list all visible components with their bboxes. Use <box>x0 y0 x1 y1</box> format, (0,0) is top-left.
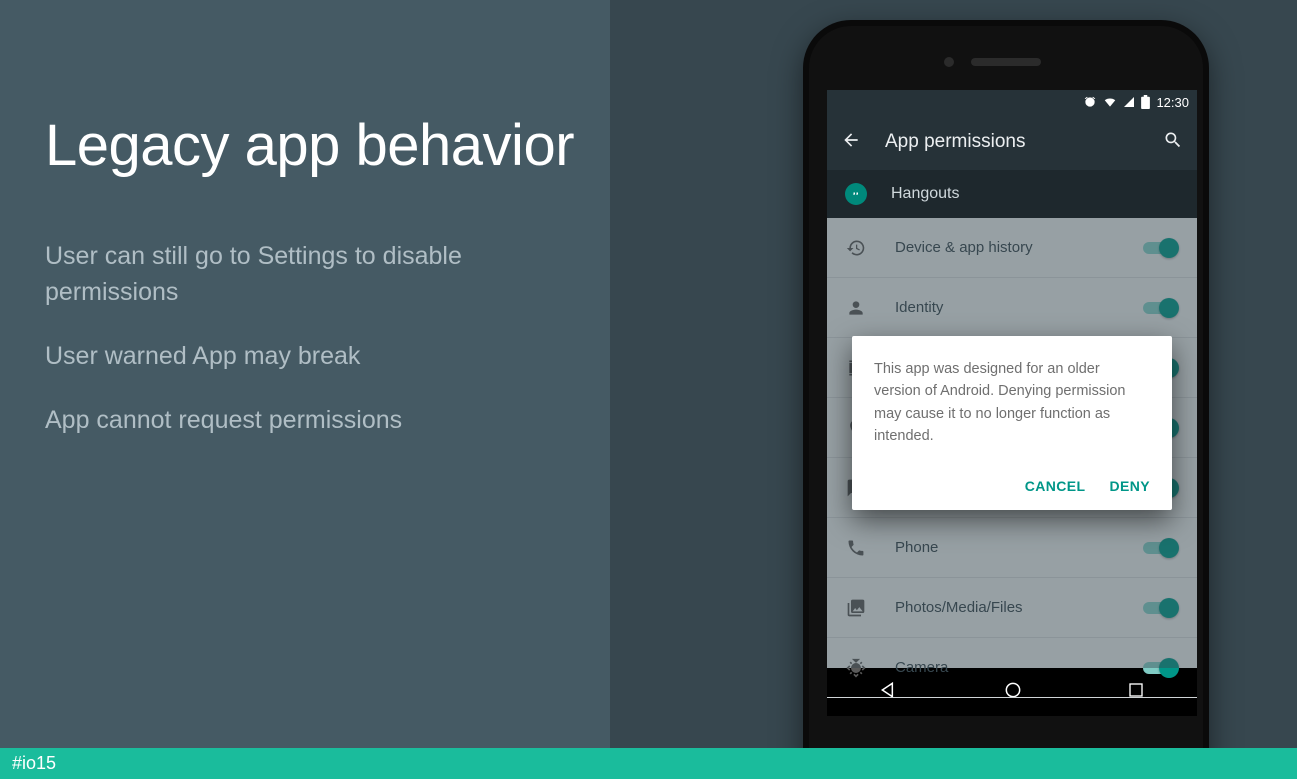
camera-icon <box>845 658 867 678</box>
footer-bar: #io15 <box>0 748 1297 779</box>
bullet-1: User can still go to Settings to disable… <box>45 238 545 311</box>
phone-frame: 12:30 App permissions <box>803 20 1209 779</box>
history-icon <box>845 238 867 258</box>
dialog-actions: CANCEL DENY <box>874 470 1150 502</box>
slide-stage: Legacy app behavior User can still go to… <box>0 0 1297 779</box>
toggle-switch[interactable] <box>1143 238 1179 258</box>
warning-dialog: This app was designed for an older versi… <box>852 336 1172 510</box>
hangouts-icon <box>845 183 867 205</box>
media-icon <box>845 598 867 618</box>
bullet-3: App cannot request permissions <box>45 402 545 438</box>
phone-speaker <box>971 58 1041 66</box>
permission-row[interactable]: Photos/Media/Files <box>827 578 1197 638</box>
toggle-switch[interactable] <box>1143 658 1179 678</box>
deny-button[interactable]: DENY <box>1110 478 1151 494</box>
app-name: Hangouts <box>891 185 960 203</box>
toggle-switch[interactable] <box>1143 298 1179 318</box>
permission-label: Camera <box>895 659 1115 676</box>
app-sub-bar: Hangouts <box>827 170 1197 218</box>
phone-icon <box>845 538 867 558</box>
footer-hashtag: #io15 <box>12 753 56 774</box>
permission-label: Identity <box>895 299 1115 316</box>
bullet-2: User warned App may break <box>45 338 545 374</box>
dialog-message: This app was designed for an older versi… <box>874 358 1150 448</box>
toggle-switch[interactable] <box>1143 538 1179 558</box>
left-pane: Legacy app behavior User can still go to… <box>0 0 610 748</box>
search-icon[interactable] <box>1163 130 1183 155</box>
right-pane: 12:30 App permissions <box>610 0 1297 748</box>
back-icon[interactable] <box>841 130 861 155</box>
app-bar-title: App permissions <box>885 131 1139 153</box>
alarm-icon <box>1083 95 1097 109</box>
phone-screen: 12:30 App permissions <box>827 90 1197 716</box>
status-bar: 12:30 <box>827 90 1197 114</box>
permission-row[interactable]: Phone <box>827 518 1197 578</box>
permission-label: Photos/Media/Files <box>895 599 1115 616</box>
wifi-icon <box>1103 95 1117 109</box>
permission-label: Phone <box>895 539 1115 556</box>
person-icon <box>845 298 867 318</box>
toggle-switch[interactable] <box>1143 598 1179 618</box>
signal-icon <box>1123 96 1135 108</box>
phone-sensor <box>944 57 954 67</box>
app-bar: App permissions <box>827 114 1197 170</box>
battery-icon <box>1141 95 1150 109</box>
permission-row[interactable]: Identity <box>827 278 1197 338</box>
permission-label: Device & app history <box>895 239 1115 256</box>
phone-body: 12:30 App permissions <box>809 26 1203 779</box>
status-time: 12:30 <box>1156 95 1189 110</box>
permission-row[interactable]: Device & app history <box>827 218 1197 278</box>
cancel-button[interactable]: CANCEL <box>1025 478 1086 494</box>
slide-title: Legacy app behavior <box>45 110 610 183</box>
permission-row[interactable]: Camera <box>827 638 1197 698</box>
